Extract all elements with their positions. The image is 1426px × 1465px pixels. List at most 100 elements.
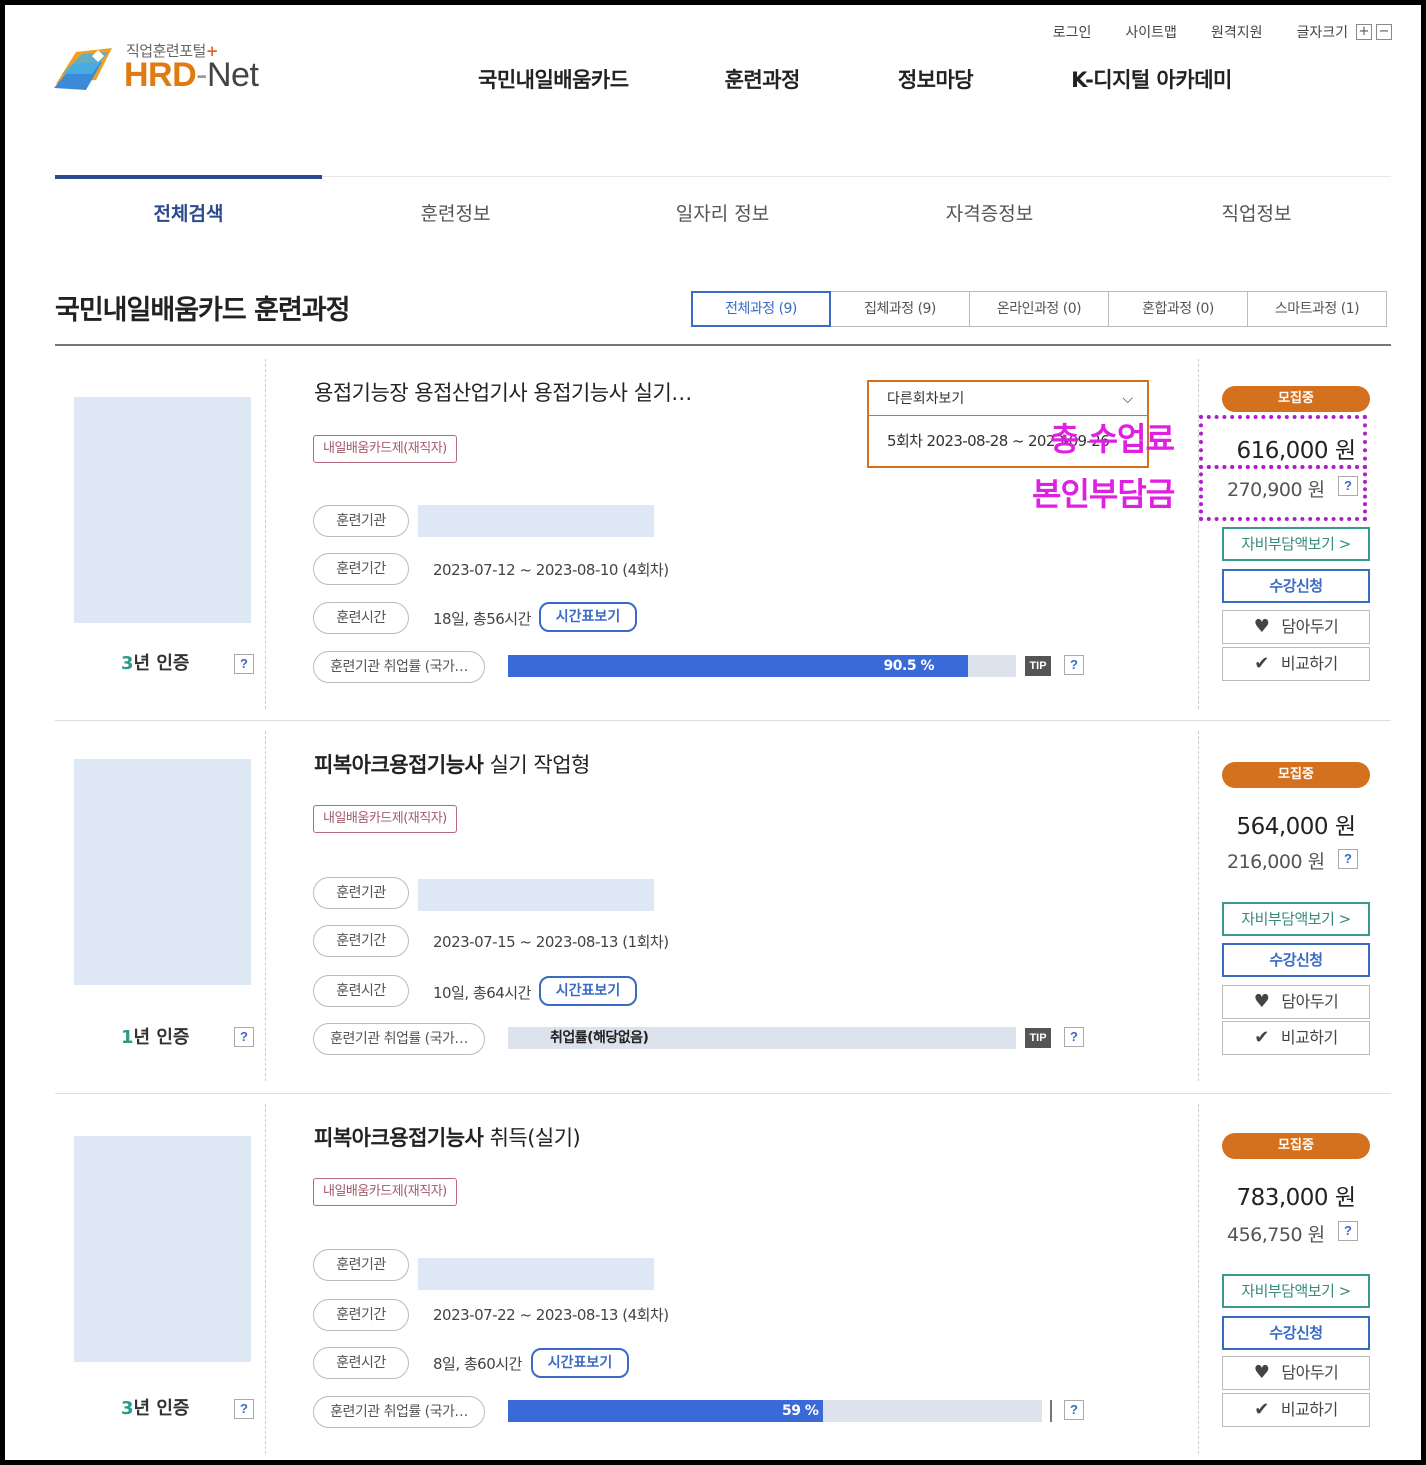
course-thumbnail[interactable]: [74, 397, 251, 623]
employment-label: 훈련기관 취업률 (국가…: [313, 1023, 485, 1055]
save-button[interactable]: ♥ 담아두기: [1222, 985, 1370, 1019]
help-icon[interactable]: ?: [1064, 1400, 1084, 1420]
search-tabs: 전체검색 훈련정보 일자리 정보 자격증정보 직업정보: [55, 175, 1391, 246]
check-icon: ✔: [1254, 653, 1269, 674]
card-type-badge: 내일배움카드제(재직자): [313, 805, 457, 833]
column-divider: [1198, 359, 1199, 709]
employment-rate-bar: 90.5 %: [508, 655, 1016, 677]
filter-smart[interactable]: 스마트과정 (1): [1247, 291, 1387, 327]
tip-icon[interactable]: TIP: [1025, 1028, 1051, 1048]
save-button[interactable]: ♥ 담아두기: [1222, 1356, 1370, 1390]
self-pay-view-button[interactable]: 자비부담액보기 >: [1222, 1274, 1370, 1308]
util-login[interactable]: 로그인: [1053, 22, 1092, 42]
help-icon[interactable]: ?: [1064, 655, 1084, 675]
nav-training-course[interactable]: 훈련과정: [725, 64, 801, 94]
help-icon[interactable]: ?: [234, 1399, 254, 1419]
period-label: 훈련기간: [313, 925, 409, 957]
institution-name-redacted[interactable]: [418, 879, 654, 911]
certification-label: 3년 인증: [121, 1398, 190, 1419]
font-increase-icon[interactable]: +: [1356, 24, 1372, 40]
course-item: 3년 인증 ? 용접기능장 용접산업기사 용접기능사 실기… 내일배움카드제(재…: [55, 349, 1391, 721]
timetable-button[interactable]: 시간표보기: [539, 976, 637, 1006]
course-type-filter: 전체과정 (9) 집체과정 (9) 온라인과정 (0) 혼합과정 (0) 스마트…: [691, 291, 1387, 327]
status-badge: 모집중: [1222, 1133, 1370, 1159]
period-label: 훈련기간: [313, 553, 409, 585]
self-pay-amount: 456,750 원: [1227, 1224, 1325, 1246]
font-decrease-icon[interactable]: −: [1376, 24, 1392, 40]
self-pay-amount: 216,000 원: [1227, 851, 1325, 873]
certification-label: 3년 인증: [121, 653, 190, 674]
timetable-button[interactable]: 시간표보기: [531, 1348, 629, 1378]
compare-button[interactable]: ✔ 비교하기: [1222, 1021, 1370, 1055]
apply-button[interactable]: 수강신청: [1222, 569, 1370, 603]
column-divider: [265, 1104, 266, 1454]
tab-training-info[interactable]: 훈련정보: [322, 199, 589, 226]
time-label: 훈련시간: [313, 975, 409, 1007]
save-button[interactable]: ♥ 담아두기: [1222, 610, 1370, 644]
course-title[interactable]: 피복아크용접기능사 실기 작업형: [314, 749, 590, 779]
employment-rate-text: 90.5 %: [883, 658, 935, 674]
column-divider: [265, 359, 266, 709]
employment-rate-text: 취업률(해당없음): [550, 1030, 649, 1046]
util-sitemap[interactable]: 사이트맵: [1125, 22, 1177, 42]
employment-label: 훈련기관 취업률 (국가…: [313, 1396, 485, 1428]
apply-button[interactable]: 수강신청: [1222, 943, 1370, 977]
annotation-self-pay: 본인부담금: [1032, 475, 1175, 513]
employment-rate-fill: [508, 1400, 824, 1422]
help-icon[interactable]: ?: [234, 654, 254, 674]
tip-icon[interactable]: TIP: [1025, 656, 1051, 676]
employment-rate-bar: 취업률(해당없음): [508, 1027, 1016, 1049]
period-value: 2023-07-22 ~ 2023-08-13 (4회차): [433, 1306, 669, 1324]
course-item: 3년 인증 ? 피복아크용접기능사 취득(실기) 내일배움카드제(재직자) 훈련…: [55, 1094, 1391, 1456]
employment-rate-bar: 59 %: [508, 1400, 1042, 1422]
heart-icon: ♥: [1253, 991, 1270, 1012]
period-value: 2023-07-15 ~ 2023-08-13 (1회차): [433, 933, 669, 951]
help-icon[interactable]: ?: [1338, 1221, 1358, 1241]
course-thumbnail[interactable]: [74, 759, 251, 985]
tab-license-info[interactable]: 자격증정보: [856, 199, 1123, 226]
filter-online[interactable]: 온라인과정 (0): [969, 291, 1109, 327]
card-type-badge: 내일배움카드제(재직자): [313, 435, 457, 463]
help-icon[interactable]: ?: [1338, 849, 1358, 869]
annotation-box-self-pay: [1199, 465, 1367, 521]
status-badge: 모집중: [1222, 762, 1370, 788]
dropdown-head[interactable]: 다른회차보기 ⌵: [869, 382, 1147, 416]
self-pay-view-button[interactable]: 자비부담액보기 >: [1222, 527, 1370, 561]
filter-blended[interactable]: 혼합과정 (0): [1108, 291, 1248, 327]
util-remote-support[interactable]: 원격지원: [1211, 22, 1263, 42]
self-pay-view-button[interactable]: 자비부담액보기 >: [1222, 902, 1370, 936]
timetable-button[interactable]: 시간표보기: [539, 602, 637, 632]
active-tab-indicator: [55, 175, 322, 179]
total-fee: 783,000 원: [1236, 1185, 1356, 1211]
logo-mark-icon: [54, 48, 112, 90]
nav-k-digital[interactable]: K-디지털 아카데미: [1071, 64, 1232, 94]
help-icon[interactable]: ?: [234, 1027, 254, 1047]
course-thumbnail[interactable]: [74, 1136, 251, 1362]
institution-name-redacted[interactable]: [418, 1258, 654, 1290]
nav-national-card[interactable]: 국민내일배움카드: [478, 64, 629, 94]
certification-label: 1년 인증: [121, 1027, 190, 1048]
filter-all[interactable]: 전체과정 (9): [691, 291, 831, 327]
help-icon[interactable]: ?: [1064, 1027, 1084, 1047]
util-font-size: 글자크기: [1296, 25, 1348, 41]
compare-button[interactable]: ✔ 비교하기: [1222, 1393, 1370, 1427]
period-label: 훈련기간: [313, 1299, 409, 1331]
tab-occupation-info[interactable]: 직업정보: [1123, 199, 1390, 226]
time-label: 훈련시간: [313, 1347, 409, 1379]
annotation-box-total-fee: [1199, 415, 1367, 469]
course-title[interactable]: 피복아크용접기능사 취득(실기): [314, 1122, 581, 1152]
employment-rate-text: 59 %: [782, 1403, 819, 1419]
institution-name-redacted[interactable]: [418, 505, 654, 537]
nav-info[interactable]: 정보마당: [898, 64, 974, 94]
tab-all-search[interactable]: 전체검색: [55, 199, 322, 226]
apply-button[interactable]: 수강신청: [1222, 1316, 1370, 1350]
tab-job-info[interactable]: 일자리 정보: [589, 199, 856, 226]
column-divider: [265, 731, 266, 1081]
hrd-net-logo[interactable]: 직업훈련포털+ HRD-Net: [52, 40, 292, 100]
check-icon: ✔: [1254, 1027, 1269, 1048]
compare-button[interactable]: ✔ 비교하기: [1222, 647, 1370, 681]
course-title[interactable]: 용접기능장 용접산업기사 용접기능사 실기…: [314, 377, 692, 407]
filter-offline[interactable]: 집체과정 (9): [830, 291, 970, 327]
time-value: 18일, 총56시간: [433, 610, 531, 628]
column-divider: [1198, 1104, 1199, 1454]
